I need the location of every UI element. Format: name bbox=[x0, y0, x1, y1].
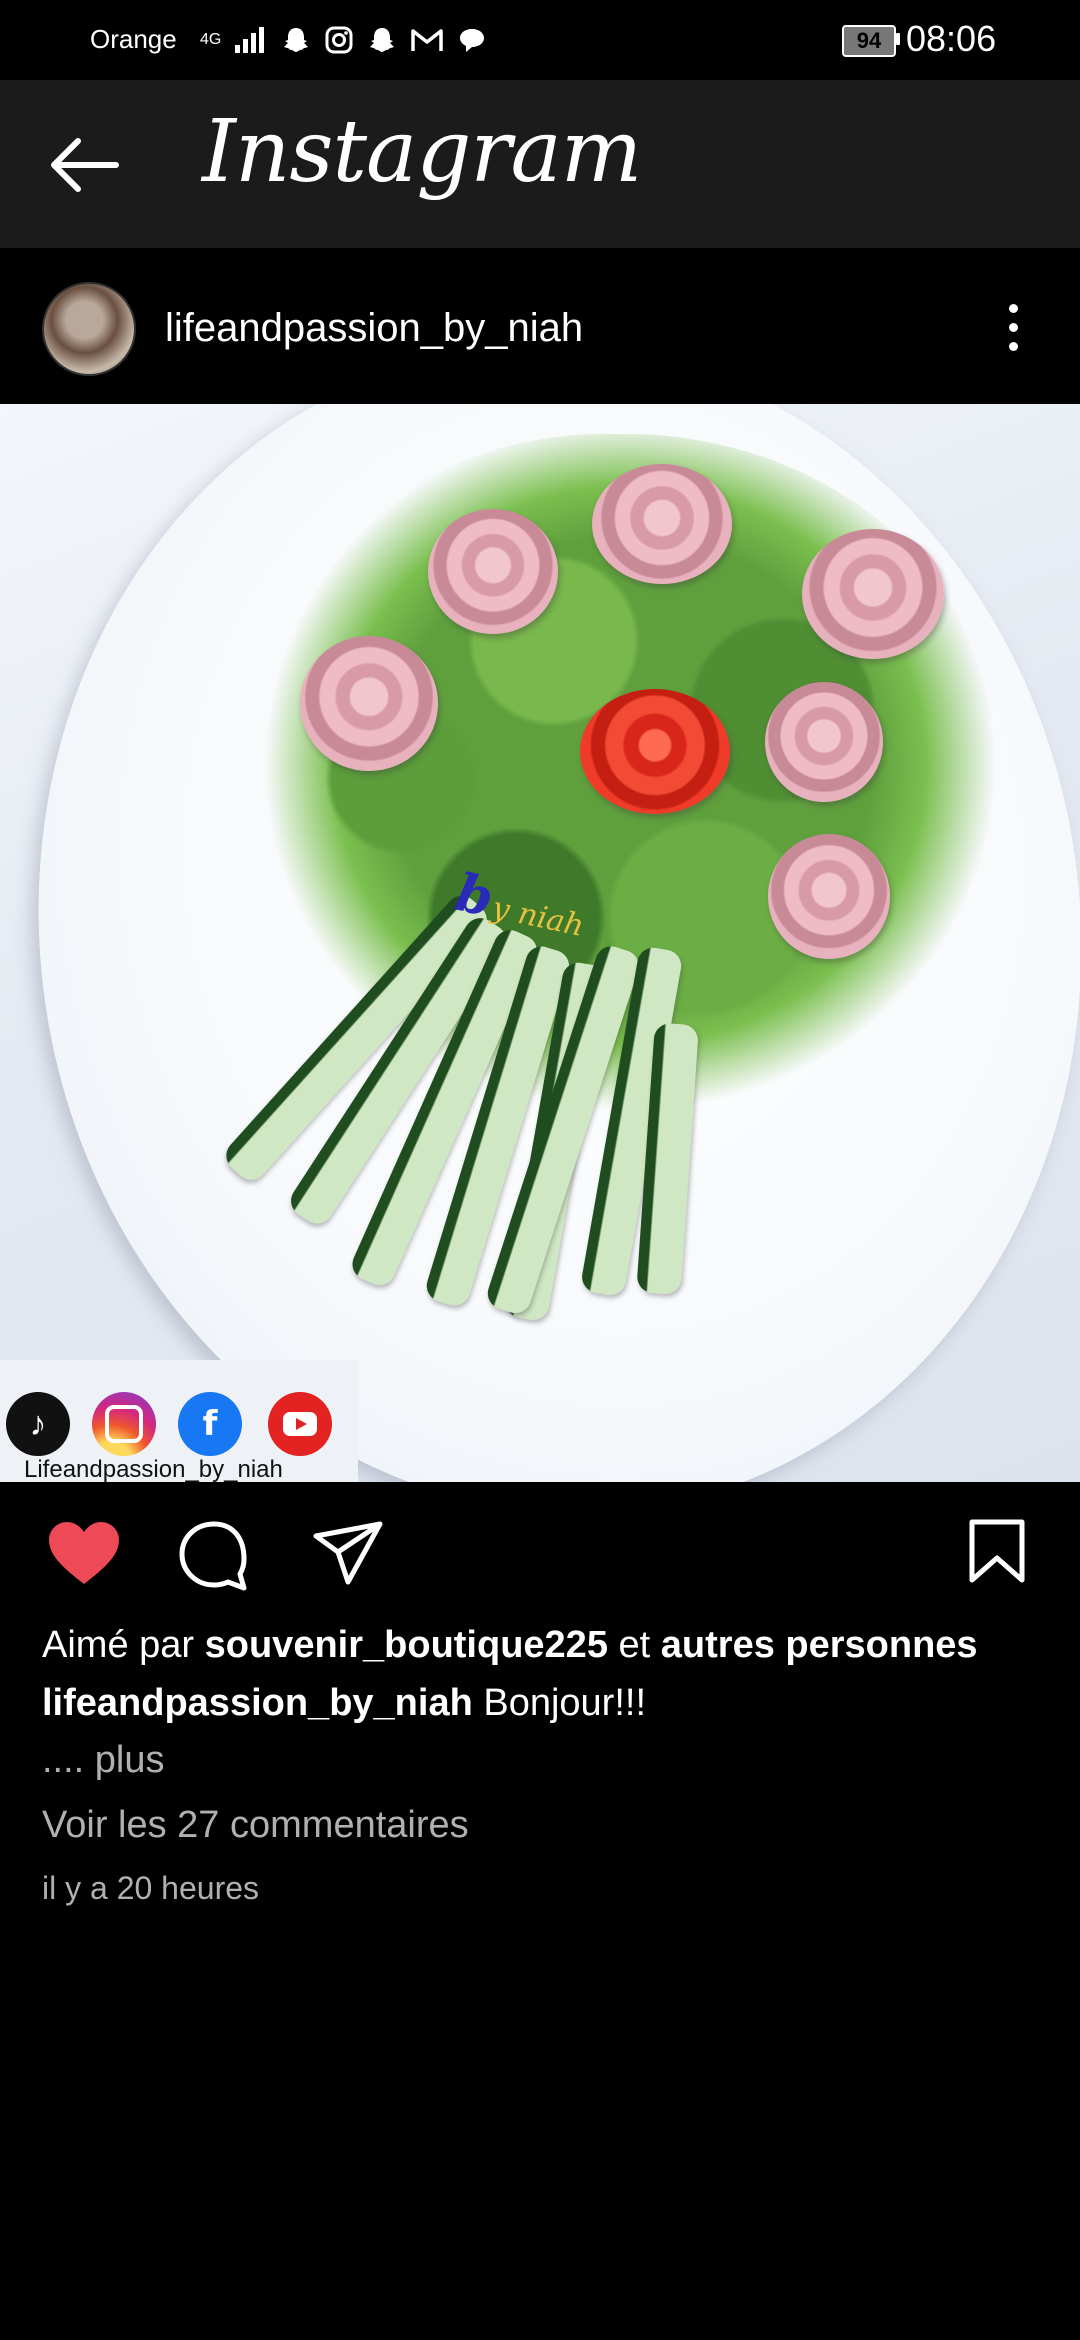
app-bar: Instagram bbox=[0, 80, 1080, 248]
post-timestamp: il y a 20 heures bbox=[42, 1870, 260, 1906]
caption-username[interactable]: lifeandpassion_by_niah bbox=[42, 1682, 473, 1724]
liked-by-others[interactable]: autres personnes bbox=[661, 1624, 978, 1666]
post-username[interactable]: lifeandpassion_by_niah bbox=[165, 306, 583, 351]
status-icons: 4G bbox=[200, 20, 487, 60]
snapchat-icon bbox=[367, 26, 397, 54]
clock: 08:06 bbox=[906, 18, 997, 59]
ham-rose bbox=[765, 682, 883, 802]
ham-rose bbox=[428, 509, 558, 634]
caption-line: lifeandpassion_by_niah Bonjour!!! bbox=[42, 1674, 1042, 1732]
bookmark-icon[interactable] bbox=[968, 1518, 1026, 1584]
liked-by-connector: et bbox=[618, 1624, 651, 1666]
more-options-icon[interactable] bbox=[998, 304, 1028, 360]
ham-rose bbox=[802, 529, 944, 659]
gmail-icon bbox=[411, 27, 444, 53]
social-strip: ♪ f Lifeandpassion_by_niah bbox=[0, 1360, 358, 1482]
ham-rose bbox=[768, 834, 890, 959]
liked-by-user[interactable]: souvenir_boutique225 bbox=[205, 1624, 608, 1666]
snapchat-icon bbox=[281, 26, 311, 54]
instagram-icon bbox=[325, 26, 353, 54]
signal-icon bbox=[235, 27, 267, 53]
ham-rose bbox=[592, 464, 732, 584]
avatar[interactable] bbox=[42, 282, 136, 376]
social-strip-label: Lifeandpassion_by_niah bbox=[24, 1456, 283, 1482]
likes-line: Aimé par souvenir_boutique225 et autres … bbox=[42, 1616, 1042, 1674]
tiktok-icon: ♪ bbox=[6, 1392, 70, 1456]
battery-icon: 94 bbox=[842, 25, 896, 57]
post-image[interactable]: by niah ♪ f Lifeandpassion_by_niah bbox=[0, 404, 1080, 1482]
facebook-icon: f bbox=[178, 1392, 242, 1456]
liked-by-prefix: Aimé par bbox=[42, 1624, 195, 1666]
instagram-icon bbox=[92, 1392, 156, 1456]
view-comments-link[interactable]: Voir les 27 commentaires bbox=[42, 1790, 1042, 1860]
more-link[interactable]: .... plus bbox=[42, 1732, 1042, 1788]
ham-rose bbox=[300, 636, 438, 771]
status-bar: Orange 4G 94 08:06 bbox=[0, 0, 1080, 80]
share-icon[interactable] bbox=[312, 1520, 384, 1588]
post-actions bbox=[0, 1482, 1080, 1612]
post-caption: Aimé par souvenir_boutique225 et autres … bbox=[42, 1616, 1042, 1916]
app-title: Instagram bbox=[202, 102, 642, 202]
carrier-label: Orange bbox=[90, 24, 177, 54]
back-arrow-icon[interactable] bbox=[44, 130, 124, 200]
youtube-icon bbox=[268, 1392, 332, 1456]
chat-icon bbox=[457, 26, 487, 54]
like-heart-icon[interactable] bbox=[46, 1520, 122, 1586]
comment-icon[interactable] bbox=[178, 1520, 250, 1592]
tomato-rose bbox=[580, 689, 730, 814]
caption-text: Bonjour!!! bbox=[483, 1682, 647, 1724]
post-header: lifeandpassion_by_niah bbox=[0, 248, 1080, 404]
battery-tip bbox=[896, 33, 900, 45]
network-type: 4G bbox=[200, 31, 222, 48]
